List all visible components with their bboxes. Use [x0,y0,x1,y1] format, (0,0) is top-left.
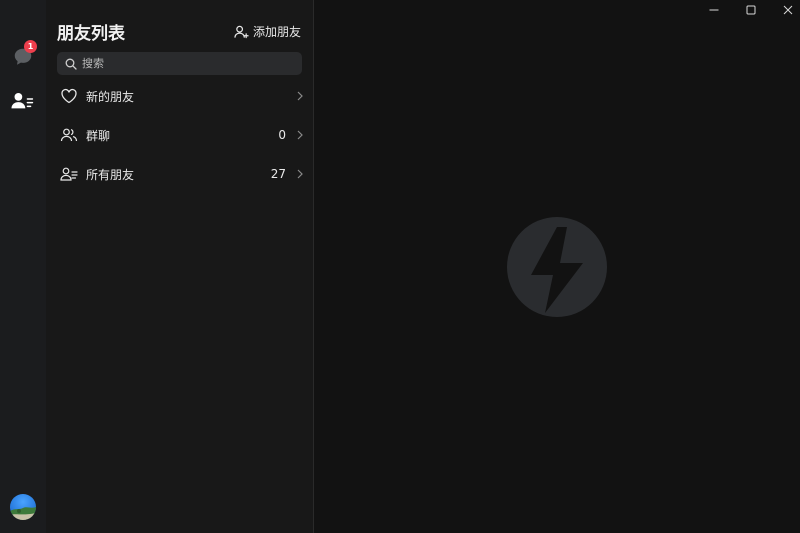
heart-icon [61,88,77,104]
list-item-all-friends[interactable]: 所有朋友 27 [46,157,314,191]
add-user-icon [234,25,249,38]
contacts-icon [11,92,34,109]
main-area [315,0,800,533]
close-icon [783,5,793,15]
list-item-label: 群聊 [86,128,111,143]
list-item-label: 所有朋友 [86,167,135,182]
minimize-icon [709,9,719,11]
list-item-count: 0 [278,128,286,142]
add-friend-label: 添加朋友 [252,25,301,39]
search-box[interactable] [57,52,302,75]
list-item-group-chats[interactable]: 群聊 0 [46,118,314,152]
chevron-right-icon [297,130,303,140]
list-item-new-friends[interactable]: 新的朋友 [46,79,314,113]
add-friend-button[interactable]: 添加朋友 [234,23,301,40]
maximize-button[interactable] [739,2,763,18]
friends-panel: 朋友列表 添加朋友 新的朋友 群聊 0 [46,0,314,533]
search-input[interactable] [82,57,292,70]
chats-button[interactable]: 1 [8,40,38,72]
list-item-label: 新的朋友 [86,89,135,104]
close-button[interactable] [776,2,800,18]
contacts-button[interactable] [8,86,38,116]
search-icon [65,58,77,70]
page-title: 朋友列表 [57,24,125,44]
nav-rail: 1 [0,0,46,533]
avatar-image-icon [10,507,36,520]
group-icon [60,128,78,142]
app-logo-icon [507,217,607,317]
maximize-icon [746,5,756,15]
list-item-count: 27 [270,167,286,181]
user-avatar[interactable] [10,494,36,520]
chevron-right-icon [297,169,303,179]
unread-badge: 1 [24,40,37,53]
contacts-list-icon [60,167,78,181]
minimize-button[interactable] [702,2,726,18]
chevron-right-icon [297,91,303,101]
